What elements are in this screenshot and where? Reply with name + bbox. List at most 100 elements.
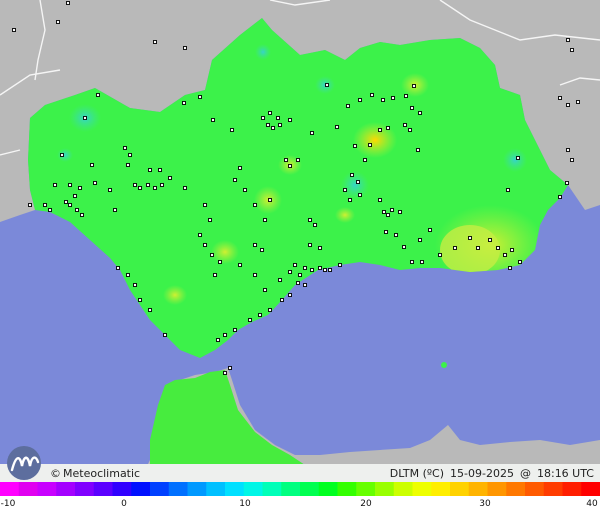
brand-name: Meteoclimatic [63,467,141,480]
station-marker [403,123,407,127]
station-marker [213,273,217,277]
station-marker [404,94,408,98]
station-marker [53,183,57,187]
station-marker [203,243,207,247]
station-marker [416,148,420,152]
legend-color-cell [262,482,282,496]
station-marker [228,366,232,370]
station-marker [68,183,72,187]
station-marker [230,128,234,132]
station-marker [288,270,292,274]
station-marker [335,125,339,129]
station-marker [370,93,374,97]
legend-tick: -10 [0,499,16,509]
legend-color-cell [112,482,132,496]
station-marker [381,98,385,102]
station-marker [288,118,292,122]
station-marker [108,188,112,192]
station-marker [576,100,580,104]
station-marker [382,210,386,214]
station-marker [566,148,570,152]
station-marker [378,128,382,132]
station-marker [153,186,157,190]
station-marker [410,106,414,110]
legend-color-cell [337,482,357,496]
station-marker [412,84,416,88]
station-marker [496,246,500,250]
station-marker [453,246,457,250]
legend-color-cell [206,482,226,496]
station-marker [263,288,267,292]
station-marker [438,253,442,257]
station-marker [68,203,72,207]
station-marker [394,233,398,237]
station-marker [296,158,300,162]
station-marker [356,180,360,184]
station-marker [391,96,395,100]
station-marker [64,200,68,204]
station-marker [182,101,186,105]
station-marker [476,246,480,250]
legend-color-cell [525,482,545,496]
station-marker [210,253,214,257]
station-marker [83,116,87,120]
station-marker [268,111,272,115]
station-marker [566,103,570,107]
station-marker [353,144,357,148]
legend-label-band [0,496,600,517]
station-marker [308,243,312,247]
station-marker [183,186,187,190]
station-marker [428,228,432,232]
legend-color-cell [18,482,39,496]
station-marker [28,203,32,207]
station-marker [148,308,152,312]
legend-tick: 40 [586,499,598,509]
station-marker [288,164,292,168]
legend-color-cell [431,482,451,496]
legend-tick: 0 [121,499,127,509]
legend-colorbar [0,482,600,496]
station-marker [298,273,302,277]
station-marker [168,176,172,180]
legend-color-cell [487,482,507,496]
station-marker [78,186,82,190]
station-marker [133,183,137,187]
station-marker [278,123,282,127]
legend-color-cell [75,482,95,496]
legend-color-cell [543,482,564,496]
legend-color-cell [562,482,582,496]
brand-label: © Meteoclimatic [50,467,140,481]
legend-tick: 20 [360,499,372,509]
station-marker [518,260,522,264]
legend-color-cell [37,482,57,496]
station-marker [358,98,362,102]
at-symbol: @ [519,467,531,480]
station-marker [260,248,264,252]
station-marker [253,203,257,207]
legend-color-cell [506,482,526,496]
station-marker [153,40,157,44]
station-marker [258,313,262,317]
station-marker [238,166,242,170]
station-marker [506,188,510,192]
legend-tick: 30 [479,499,491,509]
station-marker [183,46,187,50]
station-marker [343,188,347,192]
station-marker [488,238,492,242]
meteoclimatic-logo [7,446,41,480]
station-marker [160,183,164,187]
station-marker [263,218,267,222]
station-marker [146,183,150,187]
station-marker [323,268,327,272]
map-caption: DLTM (ºC) 15-09-2025 @18:16 UTC [384,467,594,481]
legend-color-cell [187,482,207,496]
legend-color-cell [168,482,189,496]
station-marker [368,143,372,147]
station-marker [318,246,322,250]
station-marker [253,273,257,277]
station-marker [503,253,507,257]
copyright-symbol: © [50,467,61,480]
station-marker [218,260,222,264]
station-marker [570,158,574,162]
station-marker [233,178,237,182]
